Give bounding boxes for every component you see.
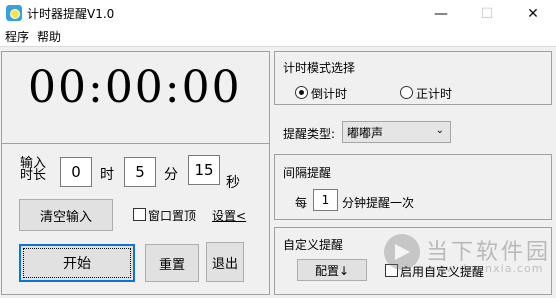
menu-bar: 程序 帮助	[0, 27, 556, 45]
minutes-input[interactable]: 5	[124, 157, 156, 187]
custom-reminder-group: 自定义提醒 配置↓ 启用自定义提醒	[274, 227, 552, 295]
input-duration-label: 输入 时长	[20, 156, 47, 183]
timer-mode-group: 计时模式选择 倒计时 正计时	[274, 51, 552, 105]
config-button[interactable]: 配置↓	[297, 259, 367, 281]
timer-mode-title: 计时模式选择	[283, 61, 356, 75]
hours-input[interactable]: 0	[60, 157, 92, 187]
countup-label: 正计时	[416, 87, 453, 101]
reminder-type-select[interactable]: 嘟嘟声 ⌄	[342, 121, 451, 143]
interval-reminder-group: 间隔提醒 每 1 分钟提醒一次	[274, 154, 552, 220]
interval-suffix: 分钟提醒一次	[342, 196, 415, 210]
menu-help[interactable]: 帮助	[37, 28, 61, 45]
settings-toggle[interactable]: 设置<	[212, 207, 246, 224]
interval-prefix: 每	[295, 196, 308, 210]
start-button[interactable]: 开始	[19, 244, 135, 282]
countdown-radio[interactable]	[295, 86, 308, 99]
exit-button[interactable]: 退出	[206, 242, 244, 282]
seconds-input[interactable]: 15	[188, 155, 220, 185]
enable-custom-label: 启用自定义提醒	[400, 265, 485, 279]
window-top-label: 窗口置顶	[148, 209, 197, 223]
title-bar: 计时器提醒V1.0 — ☐ ✕	[0, 0, 556, 27]
hours-unit: 时	[100, 167, 114, 183]
app-icon	[6, 5, 22, 21]
timer-controls-panel: 输入 时长 0 时 5 分 15 秒 清空输入 窗口置顶 设置< 开始 重置 退…	[1, 143, 270, 295]
countdown-label: 倒计时	[311, 87, 348, 101]
minutes-unit: 分	[164, 167, 178, 183]
seconds-unit: 秒	[226, 175, 240, 191]
minimize-button[interactable]: —	[418, 0, 464, 27]
menu-program[interactable]: 程序	[5, 28, 29, 45]
countup-radio[interactable]	[400, 86, 413, 99]
window-top-checkbox[interactable]	[133, 208, 146, 221]
clear-input-button[interactable]: 清空输入	[19, 199, 113, 231]
interval-minutes-input[interactable]: 1	[313, 189, 338, 211]
close-button[interactable]: ✕	[510, 0, 556, 27]
timer-display-panel: 00:00:00	[1, 51, 270, 143]
timer-display: 00:00:00	[28, 62, 242, 113]
enable-custom-checkbox[interactable]	[385, 264, 398, 277]
reminder-type-label: 提醒类型:	[283, 127, 336, 141]
custom-reminder-title: 自定义提醒	[283, 238, 344, 252]
window-title: 计时器提醒V1.0	[27, 7, 115, 21]
chevron-down-icon: ⌄	[435, 125, 444, 136]
form-area: 00:00:00 输入 时长 0 时 5 分 15 秒 清空输入 窗口置顶 设置…	[0, 46, 556, 298]
interval-reminder-title: 间隔提醒	[283, 166, 332, 180]
reminder-type-value: 嘟嘟声	[347, 125, 384, 140]
maximize-button[interactable]: ☐	[464, 0, 510, 27]
reset-button[interactable]: 重置	[145, 244, 199, 282]
